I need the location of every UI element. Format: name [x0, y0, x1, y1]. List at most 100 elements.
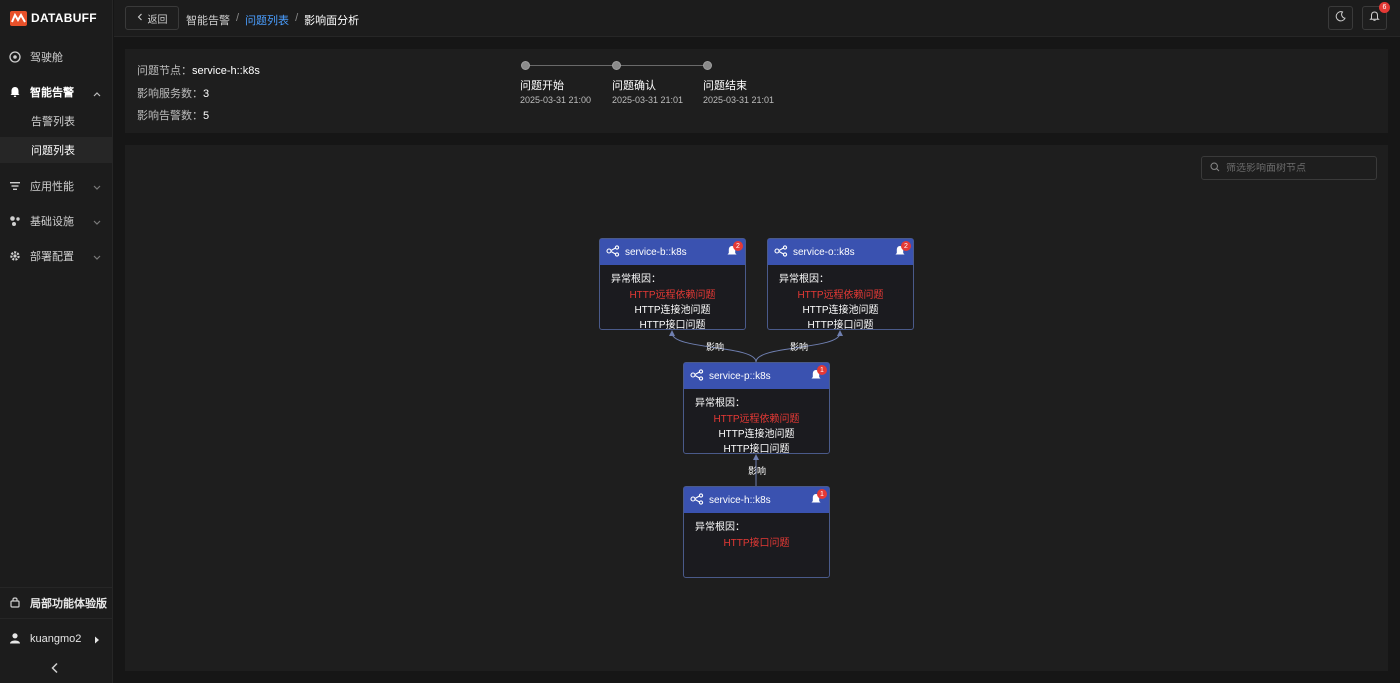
node-body: 异常根因： HTTP远程依赖问题 HTTP连接池问题 HTTP接口问题 — [600, 265, 745, 333]
node-body: 异常根因： HTTP接口问题 — [684, 513, 829, 551]
affected-services-label: 影响服务数： — [137, 88, 203, 100]
timeline-dot — [521, 61, 530, 70]
root-cause-item: HTTP连接池问题 — [634, 305, 711, 316]
trial-edition-button[interactable]: 局部功能体验版 — [0, 587, 113, 619]
logo-mark-icon — [10, 10, 27, 26]
service-topology-icon — [690, 492, 704, 508]
sidebar-item-infrastructure[interactable]: 基础设施 — [0, 206, 113, 236]
edge-label-h-to-p: 影响 — [748, 466, 767, 476]
back-button[interactable]: 返回 — [125, 6, 179, 30]
edge-label-p-to-o: 影响 — [790, 342, 809, 352]
service-topology-icon — [606, 244, 620, 260]
root-cause-item: HTTP连接池问题 — [802, 305, 879, 316]
node-title: service-b::k8s — [625, 246, 687, 258]
problem-node-value: service-h::k8s — [192, 65, 260, 77]
node-body: 异常根因： HTTP远程依赖问题 HTTP连接池问题 HTTP接口问题 — [684, 389, 829, 457]
notification-count-badge: 6 — [1379, 2, 1390, 13]
sidebar-item-cockpit[interactable]: 驾驶舱 — [0, 42, 113, 72]
sidebar-item-app-performance[interactable]: 应用性能 — [0, 171, 113, 201]
breadcrumb-separator: / — [295, 12, 299, 24]
bell-icon — [1369, 11, 1380, 25]
affected-alerts-value: 5 — [203, 110, 210, 122]
breadcrumb-item-current: 影响面分析 — [304, 15, 360, 27]
sidebar-subitem-alert-list[interactable]: 告警列表 — [0, 108, 113, 134]
breadcrumb-item-smart-alert[interactable]: 智能告警 — [186, 12, 230, 28]
search-icon — [1210, 161, 1220, 175]
notifications-button[interactable]: 6 — [1362, 2, 1390, 30]
node-filter-input[interactable] — [1226, 162, 1366, 174]
root-cause-item: HTTP接口问题 — [723, 538, 790, 549]
bell-icon — [9, 86, 21, 98]
logo[interactable]: DATABUFF — [10, 10, 97, 26]
affected-alerts-row: 影响告警数：5 — [137, 107, 209, 123]
root-cause-item: HTTP接口问题 — [723, 444, 790, 455]
graph-node-service-o[interactable]: service-o::k8s 2 异常根因： HTTP远程依赖问题 HTTP连接… — [767, 238, 914, 333]
app-performance-icon — [9, 180, 21, 192]
node-body: 异常根因： HTTP远程依赖问题 HTTP连接池问题 HTTP接口问题 — [768, 265, 913, 333]
graph-node-service-h[interactable]: service-h::k8s 1 异常根因： HTTP接口问题 — [683, 486, 830, 578]
chevron-down-icon — [93, 217, 101, 229]
node-header: service-b::k8s 2 — [600, 239, 745, 265]
cause-heading: 异常根因： — [779, 274, 829, 285]
timeline-step-end-label: 问题结束 — [703, 80, 747, 92]
graph-node-service-p[interactable]: service-p::k8s 1 异常根因： HTTP远程依赖问题 HTTP连接… — [683, 362, 830, 457]
back-button-label: 返回 — [147, 14, 168, 26]
breadcrumb: 智能告警 / 问题列表 / 影响面分析 — [186, 12, 359, 28]
node-title: service-p::k8s — [709, 370, 771, 382]
alert-bell-icon[interactable]: 1 — [810, 365, 827, 381]
edge-label-p-to-b: 影响 — [706, 342, 725, 352]
node-header: service-h::k8s 1 — [684, 487, 829, 513]
chevron-left-icon — [137, 13, 143, 24]
sidebar-item-label: 驾驶舱 — [30, 52, 63, 64]
cause-heading: 异常根因： — [695, 522, 745, 533]
node-title: service-h::k8s — [709, 494, 771, 506]
sidebar-item-label: 应用性能 — [30, 181, 74, 193]
alert-bell-icon[interactable]: 2 — [726, 241, 743, 257]
trial-edition-label: 局部功能体验版 — [30, 598, 107, 610]
root-cause-item: HTTP连接池问题 — [718, 429, 795, 440]
alert-count-badge: 2 — [733, 241, 743, 251]
root-cause-item: HTTP远程依赖问题 — [713, 414, 800, 425]
sidebar-subitem-label: 告警列表 — [31, 116, 75, 128]
alert-bell-icon[interactable]: 2 — [894, 241, 911, 257]
cockpit-icon — [9, 51, 21, 63]
sidebar: DATABUFF 驾驶舱 智能告警 告警列表 问题列表 应用性能 基础设施 部署… — [0, 0, 113, 683]
service-topology-icon — [774, 244, 788, 260]
breadcrumb-separator: / — [236, 12, 240, 24]
chevron-down-icon — [93, 182, 101, 194]
theme-toggle-button[interactable] — [1328, 6, 1353, 30]
node-filter-search[interactable] — [1201, 156, 1377, 180]
sidebar-item-label: 智能告警 — [30, 87, 74, 99]
chevron-up-icon — [93, 88, 101, 100]
lock-icon — [9, 596, 21, 611]
username: kuangmo2 — [30, 633, 82, 645]
node-title: service-o::k8s — [793, 246, 855, 258]
timeline-dot — [612, 61, 621, 70]
sidebar-subitem-problem-list[interactable]: 问题列表 — [0, 137, 113, 163]
root-cause-item: HTTP远程依赖问题 — [797, 290, 884, 301]
node-header: service-p::k8s 1 — [684, 363, 829, 389]
cause-heading: 异常根因： — [695, 398, 745, 409]
problem-timeline: 问题开始 2025-03-31 21:00 问题确认 2025-03-31 21… — [520, 60, 790, 120]
user-icon — [9, 632, 21, 647]
timeline-dot — [703, 61, 712, 70]
sidebar-item-smart-alert[interactable]: 智能告警 — [0, 77, 113, 107]
moon-icon — [1335, 11, 1346, 25]
cause-heading: 异常根因： — [611, 274, 661, 285]
root-cause-item: HTTP接口问题 — [807, 320, 874, 331]
sidebar-item-label: 部署配置 — [30, 251, 74, 263]
alert-count-badge: 2 — [901, 241, 911, 251]
breadcrumb-item-problem-list[interactable]: 问题列表 — [245, 12, 289, 28]
service-topology-icon — [690, 368, 704, 384]
gear-icon — [9, 250, 21, 262]
alert-count-badge: 1 — [817, 365, 827, 375]
impact-graph-canvas[interactable]: 影响 影响 影响 service-b::k8s 2 异常根因： HTTP远程依赖… — [125, 145, 1388, 671]
timeline-step-confirm-time: 2025-03-31 21:01 — [612, 95, 684, 105]
sidebar-item-deploy-config[interactable]: 部署配置 — [0, 241, 113, 271]
timeline-step-confirm-label: 问题确认 — [612, 80, 656, 92]
chevron-down-icon — [93, 252, 101, 264]
alert-bell-icon[interactable]: 1 — [810, 489, 827, 505]
graph-node-service-b[interactable]: service-b::k8s 2 异常根因： HTTP远程依赖问题 HTTP连接… — [599, 238, 746, 333]
user-menu[interactable]: kuangmo2 — [0, 624, 113, 654]
collapse-sidebar-icon[interactable] — [50, 662, 60, 677]
